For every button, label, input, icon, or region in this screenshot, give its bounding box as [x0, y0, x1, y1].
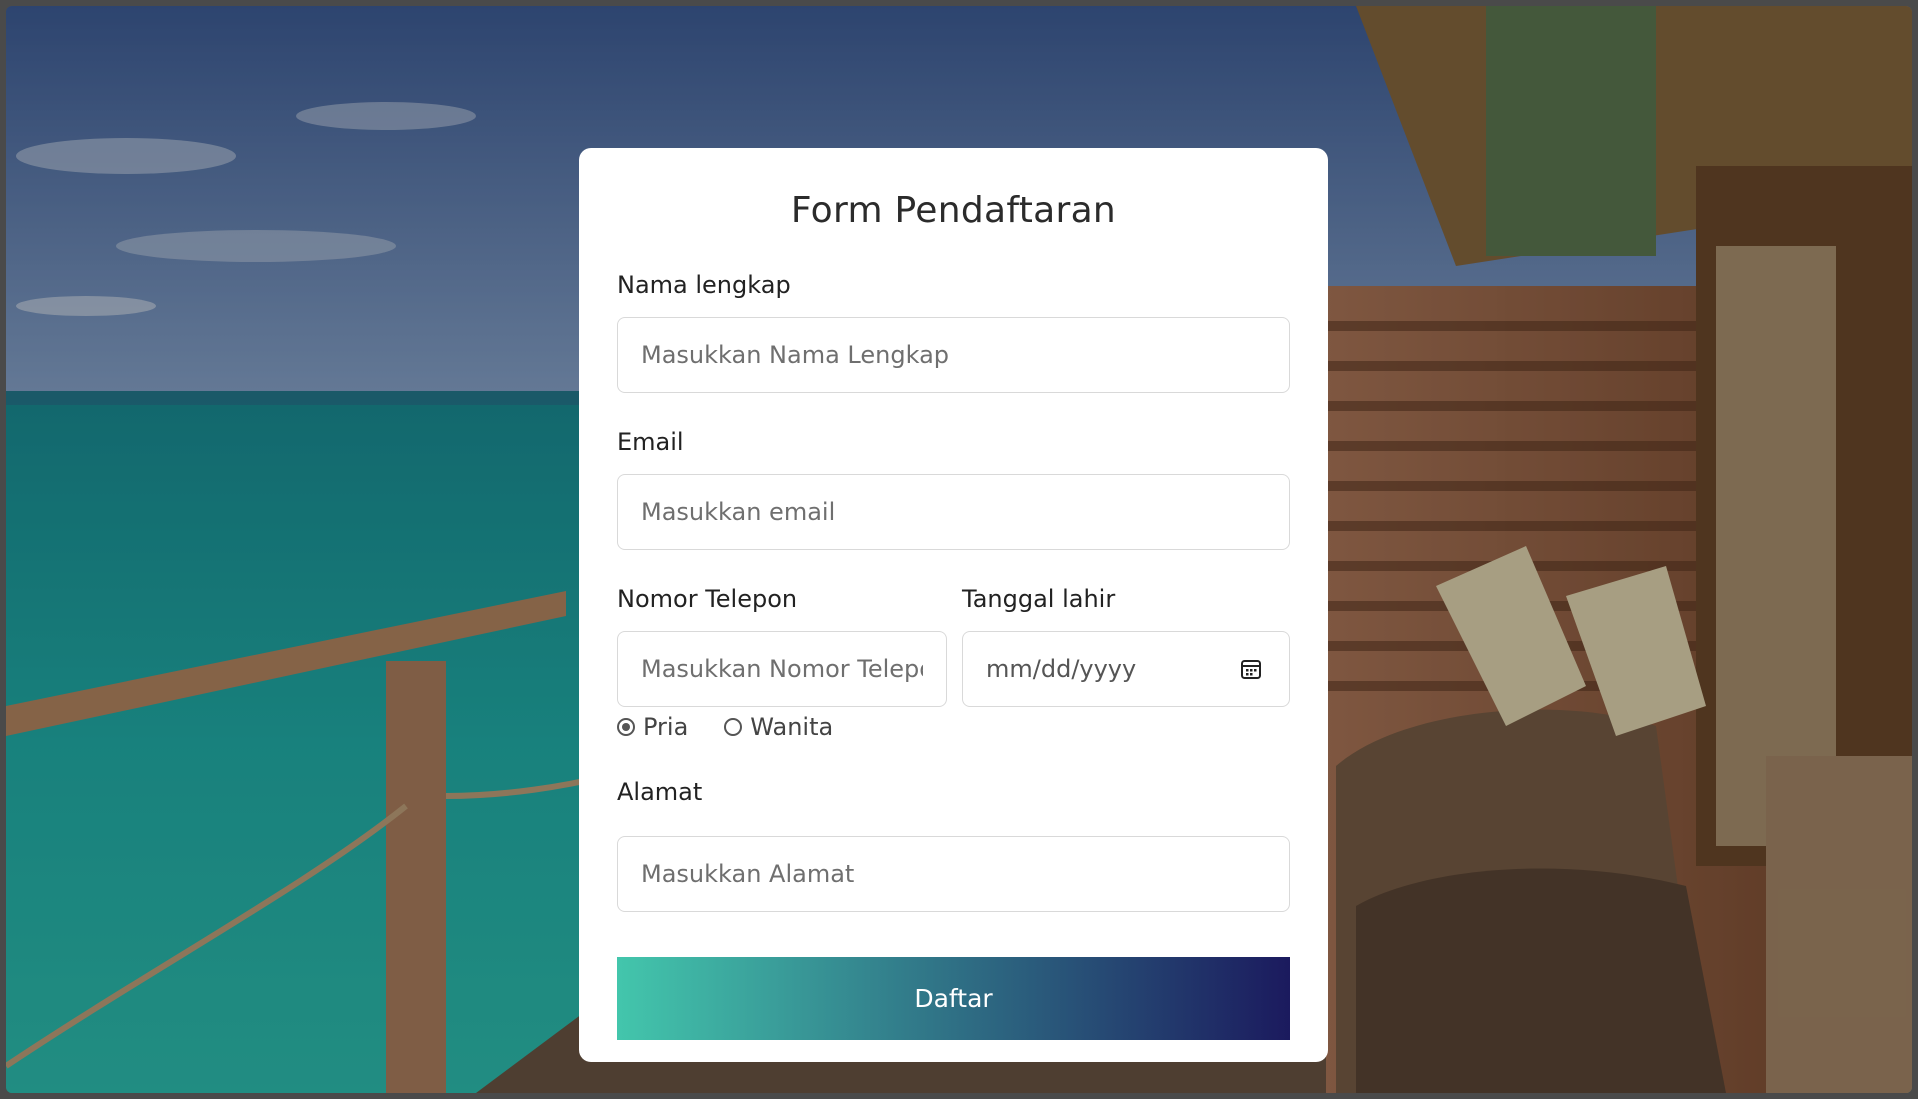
gender-radio-pria[interactable]: Pria [617, 713, 688, 741]
phone-label: Nomor Telepon [617, 585, 798, 613]
birthdate-input[interactable]: mm/dd/yyyy [962, 631, 1290, 707]
address-group: Alamat [617, 778, 1290, 912]
full-name-input[interactable] [617, 317, 1290, 393]
form-title: Form Pendaftaran [790, 190, 1117, 231]
email-input[interactable] [617, 474, 1290, 550]
address-label: Alamat [617, 778, 703, 806]
gender-radio-group: Pria Wanita [617, 713, 947, 741]
name-label: Nama lengkap [617, 271, 791, 299]
email-label: Email [617, 428, 684, 456]
birthdate-group: Tanggal lahir mm/dd/yyyy [962, 585, 1290, 741]
name-group: Nama lengkap [617, 271, 1290, 393]
gender-option-pria-label: Pria [643, 713, 689, 741]
gender-option-wanita-label: Wanita [750, 713, 834, 741]
gender-radio-wanita[interactable]: Wanita [724, 713, 833, 741]
submit-button[interactable]: Daftar [617, 957, 1290, 1040]
radio-unchecked-icon [724, 718, 743, 736]
birthdate-placeholder: mm/dd/yyyy [986, 655, 1137, 683]
calendar-icon[interactable] [1239, 657, 1263, 681]
address-input[interactable] [617, 836, 1290, 912]
email-group: Email [617, 428, 1290, 550]
phone-date-row: Nomor Telepon Pria Wanita Tanggal lahir … [617, 585, 1290, 741]
phone-input[interactable] [617, 631, 947, 707]
radio-checked-icon [617, 718, 635, 736]
phone-group: Nomor Telepon Pria Wanita [617, 585, 947, 741]
registration-form-card: Form Pendaftaran Nama lengkap Email Nomo… [579, 148, 1328, 1062]
birthdate-label: Tanggal lahir [962, 585, 1116, 613]
